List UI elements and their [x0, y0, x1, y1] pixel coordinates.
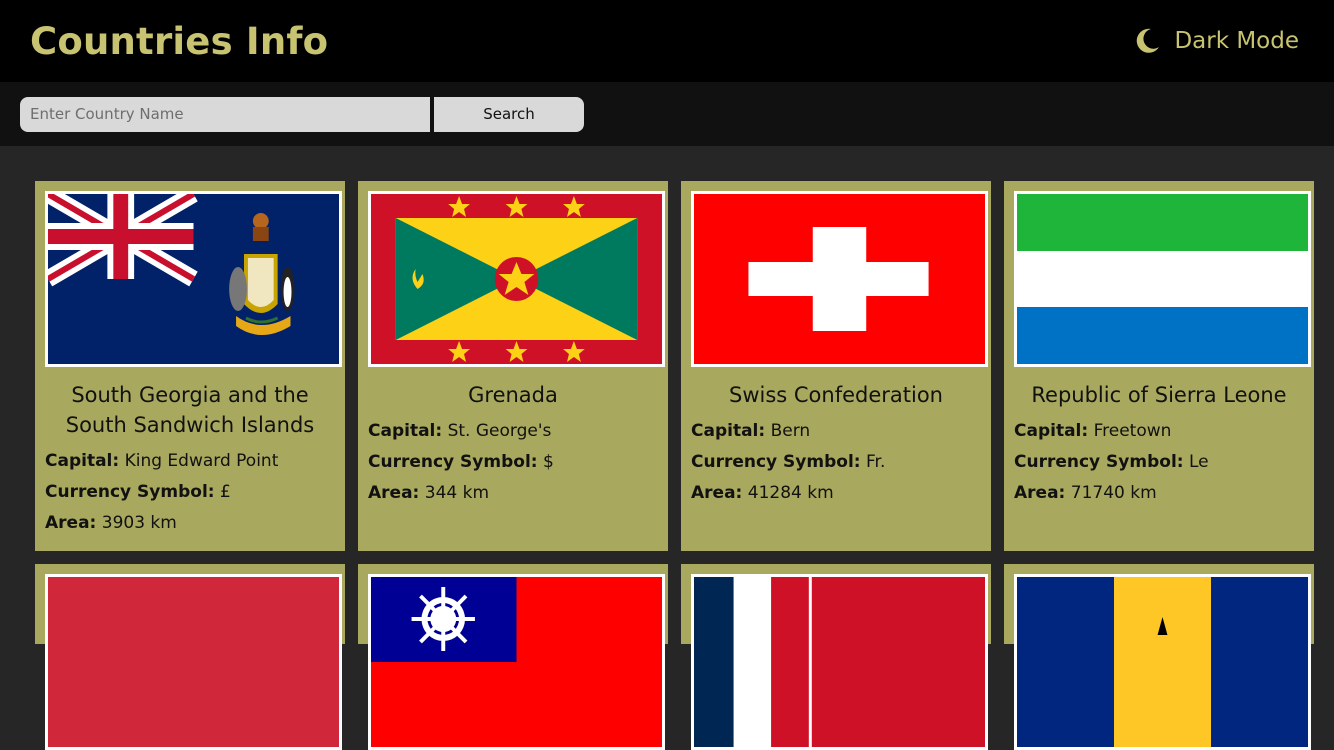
country-name: Republic of Sierra Leone — [1031, 383, 1287, 407]
country-card[interactable] — [358, 564, 668, 750]
country-card[interactable] — [1004, 564, 1314, 750]
search-bar: Search — [0, 82, 1334, 146]
dark-mode-toggle[interactable]: Dark Mode — [1132, 26, 1299, 56]
area-row: Area: 3903 km — [45, 513, 177, 533]
country-search-input[interactable] — [20, 96, 430, 132]
currency-row: Currency Symbol: $ — [368, 452, 554, 472]
currency-row: Currency Symbol: Le — [1014, 452, 1209, 472]
taiwan-flag — [368, 574, 665, 750]
currency-row: Currency Symbol: Fr. — [691, 452, 886, 472]
french-flag — [691, 574, 988, 750]
moon-icon — [1137, 28, 1160, 53]
grenada-flag — [368, 191, 665, 367]
barbados-flag — [1014, 574, 1311, 750]
country-name: South Georgia and the South Sandwich Isl… — [65, 383, 315, 437]
dark-mode-label: Dark Mode — [1174, 28, 1299, 54]
capital-row: Capital: King Edward Point — [45, 451, 279, 471]
country-card[interactable]: Swiss Confederation Capital: Bern Curren… — [681, 181, 991, 551]
area-row: Area: 344 km — [368, 483, 490, 503]
country-name: Grenada — [468, 383, 558, 407]
app-header: Countries Info Dark Mode — [0, 0, 1334, 82]
country-card[interactable]: Grenada Capital: St. George's Currency S… — [358, 181, 668, 551]
country-card[interactable]: Republic of Sierra Leone Capital: Freeto… — [1004, 181, 1314, 551]
area-row: Area: 41284 km — [691, 483, 834, 503]
red-flag — [45, 574, 342, 750]
south-georgia-flag — [45, 191, 342, 367]
sierra-leone-flag — [1014, 191, 1311, 367]
page-title: Countries Info — [30, 19, 329, 63]
country-grid: South Georgia and the South Sandwich Isl… — [35, 181, 1314, 750]
capital-row: Capital: Bern — [691, 421, 811, 441]
country-card[interactable]: South Georgia and the South Sandwich Isl… — [35, 181, 345, 551]
capital-row: Capital: St. George's — [368, 421, 552, 441]
country-card[interactable] — [35, 564, 345, 750]
switzerland-flag — [691, 191, 988, 367]
country-card[interactable] — [681, 564, 991, 750]
capital-row: Capital: Freetown — [1014, 421, 1172, 441]
country-name: Swiss Confederation — [728, 383, 943, 407]
search-button[interactable]: Search — [434, 96, 584, 132]
area-row: Area: 71740 km — [1014, 483, 1157, 503]
currency-row: Currency Symbol: £ — [45, 482, 231, 502]
